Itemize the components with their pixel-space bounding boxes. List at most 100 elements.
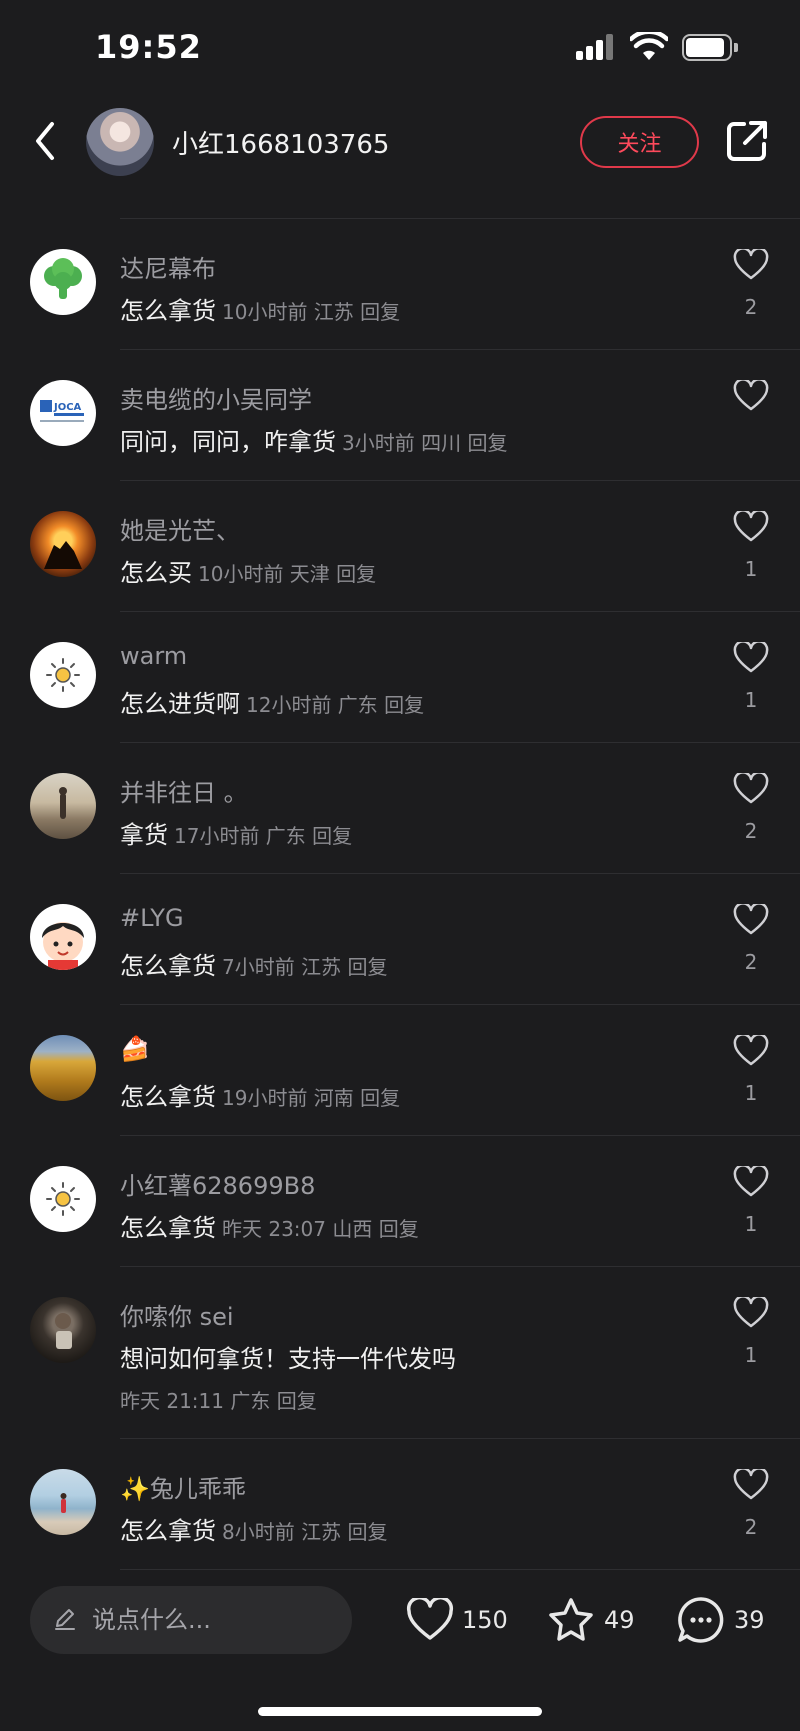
heart-icon[interactable] — [733, 380, 769, 412]
like-count: 150 — [462, 1606, 508, 1634]
comment-text: 怎么进货啊 12小时前 广东 回复 — [120, 684, 424, 719]
comment-meta[interactable]: 7小时前 江苏 回复 — [222, 955, 387, 979]
comment-list: 达尼幕布 怎么拿货 10小时前 江苏 回复 2 JOCA 卖电缆的小吴同学 同问，… — [0, 219, 800, 1570]
comment-author[interactable]: 她是光芒、 — [120, 511, 240, 546]
like-count: 2 — [744, 295, 758, 319]
cartoon-avatar[interactable] — [30, 904, 96, 970]
comment-author[interactable]: 🍰 — [120, 1035, 150, 1063]
comment-body: 怎么买 — [120, 559, 192, 587]
person-avatar[interactable] — [30, 1297, 96, 1363]
comment-text: 怎么拿货 昨天 23:07 山西 回复 — [120, 1208, 419, 1243]
comment-count: 39 — [734, 1606, 765, 1634]
broccoli-avatar[interactable] — [30, 249, 96, 315]
comment-text: 怎么拿货 19小时前 河南 回复 — [120, 1077, 400, 1112]
comment-author[interactable]: 你嗦你 sei — [120, 1297, 234, 1332]
svg-text:JOCA: JOCA — [53, 402, 82, 413]
comment-meta[interactable]: 10小时前 江苏 回复 — [222, 300, 400, 324]
comment-text: 拿货 17小时前 广东 回复 — [120, 815, 352, 850]
comment-body: 同问，同问，咋拿货 — [120, 428, 336, 456]
comment-text: 想问如何拿货！支持一件代发吗 — [120, 1345, 456, 1373]
comment-meta[interactable]: 昨天 23:07 山西 回复 — [222, 1217, 419, 1241]
comment-meta[interactable]: 10小时前 天津 回复 — [198, 562, 376, 586]
comment-item[interactable]: 小红薯628699B8 怎么拿货 昨天 23:07 山西 回复 1 — [0, 1136, 800, 1267]
like-count: 1 — [744, 1343, 758, 1367]
header: 小红1668103765 关注 — [0, 96, 800, 218]
wheat-avatar[interactable] — [30, 1035, 96, 1101]
comment-author[interactable]: 并非往日 。 — [120, 773, 248, 808]
comment-meta[interactable]: 19小时前 河南 回复 — [222, 1086, 400, 1110]
heart-icon[interactable] — [733, 773, 769, 805]
sunset-avatar[interactable] — [30, 511, 96, 577]
author-name[interactable]: 小红1668103765 — [172, 124, 389, 161]
favorite-button[interactable]: 49 — [546, 1592, 635, 1648]
favorite-count: 49 — [604, 1606, 635, 1634]
like-count: 1 — [744, 1212, 758, 1236]
wifi-icon — [630, 32, 668, 60]
comment-item[interactable]: JOCA 卖电缆的小吴同学 同问，同问，咋拿货 3小时前 四川 回复 — [0, 350, 800, 481]
back-icon[interactable] — [28, 116, 64, 166]
heart-icon[interactable] — [733, 1469, 769, 1501]
sun-avatar[interactable] — [30, 1166, 96, 1232]
heart-icon — [406, 1598, 454, 1640]
share-icon[interactable] — [724, 118, 770, 164]
comment-input[interactable] — [92, 1586, 342, 1654]
sun-avatar[interactable] — [30, 642, 96, 708]
comment-meta[interactable]: 12小时前 广东 回复 — [246, 693, 424, 717]
comment-item[interactable]: warm 怎么进货啊 12小时前 广东 回复 1 — [0, 612, 800, 743]
comment-meta[interactable]: 17小时前 广东 回复 — [174, 824, 352, 848]
author-avatar[interactable] — [86, 108, 154, 176]
comment-body: 怎么拿货 — [120, 1517, 216, 1545]
heart-icon[interactable] — [733, 1035, 769, 1067]
comment-meta[interactable]: 8小时前 江苏 回复 — [222, 1520, 387, 1544]
like-count: 1 — [744, 1081, 758, 1105]
heart-icon[interactable] — [733, 1166, 769, 1198]
comment-button[interactable]: 39 — [676, 1592, 765, 1648]
comment-author[interactable]: 小红薯628699B8 — [120, 1166, 315, 1201]
comment-author[interactable]: #LYG — [120, 904, 184, 932]
comment-text: 怎么拿货 7小时前 江苏 回复 — [120, 946, 387, 981]
comment-item[interactable]: 她是光芒、 怎么买 10小时前 天津 回复 1 — [0, 481, 800, 612]
sea-avatar[interactable] — [30, 1469, 96, 1535]
comment-meta[interactable]: 3小时前 四川 回复 — [342, 431, 507, 455]
comment-item[interactable]: 达尼幕布 怎么拿货 10小时前 江苏 回复 2 — [0, 219, 800, 350]
comment-item[interactable]: 并非往日 。 拿货 17小时前 广东 回复 2 — [0, 743, 800, 874]
joca-logo-avatar[interactable]: JOCA — [30, 380, 96, 446]
like-count: 2 — [744, 819, 758, 843]
comment-body: 怎么进货啊 — [120, 690, 240, 718]
like-count: 1 — [744, 688, 758, 712]
follow-button[interactable]: 关注 — [580, 116, 699, 168]
comment-author[interactable]: 卖电缆的小吴同学 — [120, 380, 312, 415]
comment-body: 怎么拿货 — [120, 1083, 216, 1111]
home-indicator[interactable] — [258, 1707, 542, 1716]
status-time: 19:52 — [95, 28, 202, 66]
comment-item[interactable]: 你嗦你 sei 想问如何拿货！支持一件代发吗 昨天 21:11 广东 回复 1 — [0, 1267, 800, 1439]
comment-author[interactable]: ✨兔儿乖乖 — [120, 1469, 246, 1504]
heart-icon[interactable] — [733, 904, 769, 936]
comment-text: 怎么拿货 10小时前 江苏 回复 — [120, 291, 400, 326]
beach-avatar[interactable] — [30, 773, 96, 839]
comment-item[interactable]: 🍰 怎么拿货 19小时前 河南 回复 1 — [0, 1005, 800, 1136]
comment-author[interactable]: 达尼幕布 — [120, 249, 216, 284]
battery-icon — [682, 34, 738, 61]
comment-meta[interactable]: 昨天 21:11 广东 回复 — [120, 1385, 317, 1414]
heart-icon[interactable] — [733, 642, 769, 674]
comment-text: 同问，同问，咋拿货 3小时前 四川 回复 — [120, 422, 507, 457]
pencil-icon — [55, 1609, 75, 1630]
comment-body: 怎么拿货 — [120, 952, 216, 980]
like-count: 2 — [744, 1515, 758, 1539]
comment-input-box[interactable] — [30, 1586, 352, 1654]
comment-body: 拿货 — [120, 821, 168, 849]
comment-text: 怎么买 10小时前 天津 回复 — [120, 553, 376, 588]
star-icon — [549, 1598, 593, 1641]
status-bar: 19:52 — [0, 0, 800, 96]
heart-icon[interactable] — [733, 1297, 769, 1329]
comment-author[interactable]: warm — [120, 642, 187, 670]
like-button[interactable]: 150 — [406, 1592, 508, 1648]
like-count: 2 — [744, 950, 758, 974]
heart-icon[interactable] — [733, 249, 769, 281]
comment-bubble-icon — [678, 1597, 724, 1643]
heart-icon[interactable] — [733, 511, 769, 543]
comment-item[interactable]: #LYG 怎么拿货 7小时前 江苏 回复 2 — [0, 874, 800, 1005]
comment-item[interactable]: ✨兔儿乖乖 怎么拿货 8小时前 江苏 回复 2 — [0, 1439, 800, 1570]
comment-body: 怎么拿货 — [120, 1214, 216, 1242]
